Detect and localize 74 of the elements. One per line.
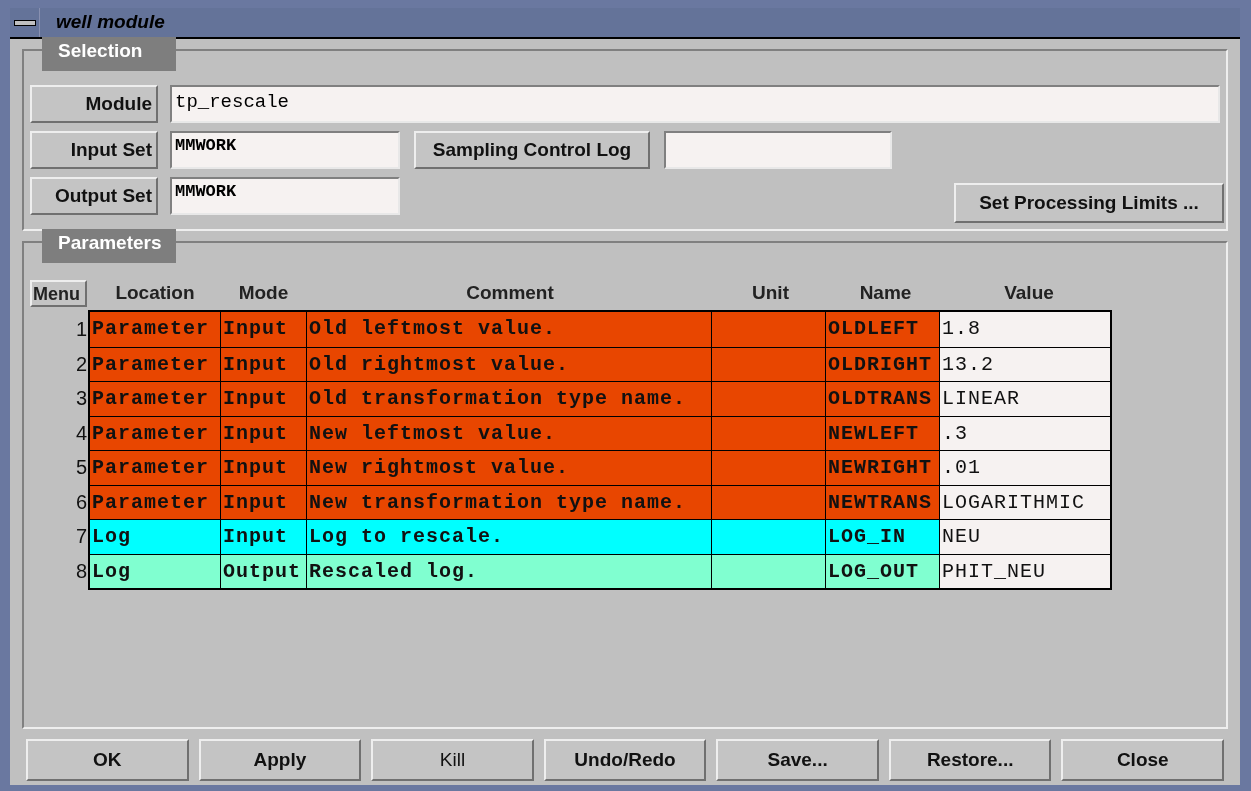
table-cell: NEWLEFT [825,416,939,450]
table-cell: Input [220,312,306,347]
table-cell: Log to rescale. [306,520,711,554]
sampling-control-log-field[interactable] [664,131,892,169]
processing-limits-button[interactable]: Set Processing Limits ... [954,183,1224,223]
row-number: 8 [74,558,88,584]
group-label: Parameters [42,229,176,263]
table-cell: Old transformation type name. [306,382,711,416]
table-cell: Input [220,485,306,519]
table-cell: Parameter [90,312,220,347]
table-cell: Input [220,416,306,450]
value-field[interactable]: PHIT_NEU [939,554,1110,588]
table-cell: New transformation type name. [306,485,711,519]
value-field[interactable]: LINEAR [939,382,1110,416]
table-cell: LOG_OUT [825,554,939,588]
table-cell: Parameter [90,451,220,485]
table-cell: Input [220,382,306,416]
column-header: Name [858,280,913,305]
table-cell: Parameter [90,416,220,450]
group-label: Selection [42,37,176,71]
table-cell: New leftmost value. [306,416,711,450]
table-cell: Parameter [90,347,220,381]
table-cell: Output [220,554,306,588]
value-field[interactable]: .3 [939,416,1110,450]
module-field[interactable]: tp_rescale [170,85,1220,123]
sampling-control-log-button[interactable]: Sampling Control Log [414,131,650,169]
dialog-button[interactable]: Close [1061,739,1225,781]
table-cell: Log [90,554,220,588]
table-cell: Parameter [90,382,220,416]
window-title: well module [56,10,165,35]
column-header: Unit [751,280,790,305]
dialog-button[interactable]: Save... [716,739,879,781]
output-set-field[interactable]: MMWORK [170,177,400,215]
table-cell: Old rightmost value. [306,347,711,381]
menu-button[interactable]: Menu [30,280,87,307]
table-cell: OLDTRANS [825,382,939,416]
table-cell: NEWTRANS [825,485,939,519]
row-number: 6 [74,489,88,515]
row-number: 5 [74,455,88,480]
table-cell: Log [90,520,220,554]
value-field[interactable]: 13.2 [939,347,1110,381]
table-cell: Old leftmost value. [306,312,711,347]
set-button[interactable]: Module [30,85,158,123]
dialog-button[interactable]: Restore... [888,739,1052,781]
table-cell: Parameter [90,485,220,519]
row-number: 1 [74,317,88,342]
dialog-button: Kill [371,739,534,781]
value-field[interactable]: .01 [939,451,1110,485]
table-cell: OLDRIGHT [825,347,939,381]
table-cell: Input [220,451,306,485]
value-field[interactable]: 1.8 [939,312,1110,347]
row-number: 3 [74,386,88,411]
column-header: Mode [237,280,290,305]
table-cell: Rescaled log. [306,554,711,588]
table-cell: NEWRIGHT [825,451,939,485]
table-cell: Input [220,347,306,381]
value-field[interactable]: LOGARITHMIC [939,485,1110,519]
column-header: Value [1003,280,1055,305]
dialog-button[interactable]: OK [26,739,189,781]
dialog-button[interactable]: Apply [198,739,362,781]
set-button[interactable]: Input Set [30,131,158,169]
column-header: Comment [465,280,555,305]
dialog-button[interactable]: Undo/Redo [543,739,707,781]
row-number: 4 [74,420,88,446]
value-field[interactable]: NEU [939,520,1110,554]
row-number: 7 [74,524,88,549]
table-cell: Input [220,520,306,554]
input-set-field[interactable]: MMWORK [170,131,400,169]
table-cell: New rightmost value. [306,451,711,485]
table-cell: OLDLEFT [825,312,939,347]
set-button[interactable]: Output Set [30,177,158,215]
row-number: 2 [74,351,88,377]
table-cell: LOG_IN [825,520,939,554]
column-header: Location [114,280,196,305]
